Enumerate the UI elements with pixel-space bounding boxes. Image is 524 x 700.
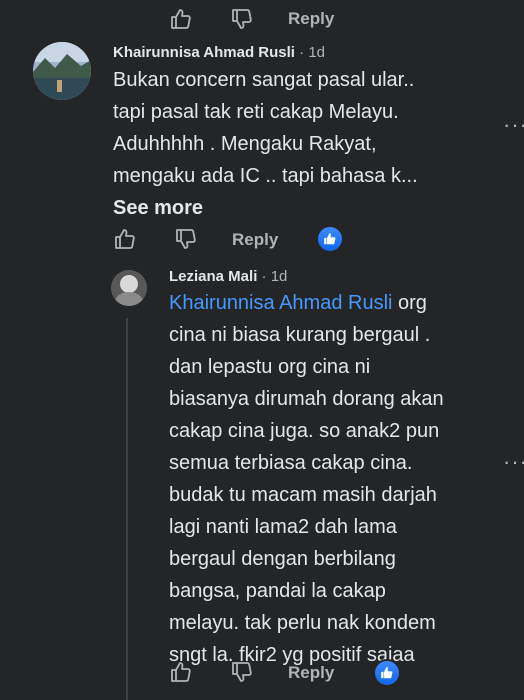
thumbs-down-icon [176,229,196,249]
more-options-icon[interactable]: ··· [503,112,524,138]
reply-header: Leziana Mali · 1d [169,268,287,286]
more-options-icon[interactable]: ··· [503,449,524,475]
reply-line: sngt la. fkir2 yg positif sajaa [169,644,415,666]
reply-line: budak tu macam masih darjah [169,484,437,506]
comment-time[interactable]: 1d [308,44,325,61]
dislike-button[interactable] [229,659,255,685]
avatar-photo-image [111,270,147,306]
comment-body: Bukan concern sangat pasal ular.. tapi p… [113,64,503,224]
like-button[interactable] [168,6,194,32]
avatar[interactable] [33,42,91,100]
reply-line: melayu. tak perlu nak kondem [169,612,436,634]
dislike-button[interactable] [173,226,199,252]
like-reaction-icon[interactable] [373,659,401,687]
reply-body: Khairunnisa Ahmad Rusli org cina ni bias… [169,287,504,671]
thumbs-up-icon [171,662,191,682]
author-name[interactable]: Leziana Mali [169,268,257,285]
thumbs-up-icon [171,9,191,29]
avatar[interactable] [111,270,147,306]
reply-line: bergaul dengan berbilang [169,548,396,570]
reply-line: semua terbiasa cakap cina. [169,452,413,474]
separator-dot: · [294,44,309,61]
thread-line [126,318,128,700]
reply-line: lagi nanti lama2 dah lama [169,516,397,538]
reply-line: biasanya dirumah dorang akan [169,388,444,410]
like-button[interactable] [168,659,194,685]
reply-line: cakap cina juga. so anak2 pun [169,420,440,442]
reply-text: org [392,292,427,314]
see-more-link[interactable]: See more [113,192,503,224]
comment-header: Khairunnisa Ahmad Rusli · 1d [113,44,325,62]
thumbs-down-icon [232,662,252,682]
reply-line: dan lepastu org cina ni [169,356,371,378]
thumbs-up-icon [115,229,135,249]
reply-button[interactable]: Reply [232,230,278,250]
dislike-button[interactable] [229,6,255,32]
reply-line: bangsa, pandai la cakap [169,580,386,602]
like-reaction-icon[interactable] [316,225,344,253]
comment-time[interactable]: 1d [271,268,288,285]
comment-line: tapi pasal tak reti cakap Melayu. [113,101,399,123]
author-name[interactable]: Khairunnisa Ahmad Rusli [113,44,295,61]
avatar-landscape-image [33,42,91,100]
separator-dot: · [257,268,271,285]
comment-line: Bukan concern sangat pasal ular.. [113,69,415,91]
mention-link[interactable]: Khairunnisa Ahmad Rusli [169,292,392,314]
thumbs-down-icon [232,9,252,29]
reply-line: Khairunnisa Ahmad Rusli org [169,287,504,319]
comment-line: mengaku ada IC .. tapi bahasa k... [113,165,418,187]
like-button[interactable] [112,226,138,252]
comment-line: Aduhhhhh . Mengaku Rakyat, [113,133,377,155]
reply-line: cina ni biasa kurang bergaul . [169,324,431,346]
reply-button[interactable]: Reply [288,663,334,683]
reply-button[interactable]: Reply [288,9,334,29]
